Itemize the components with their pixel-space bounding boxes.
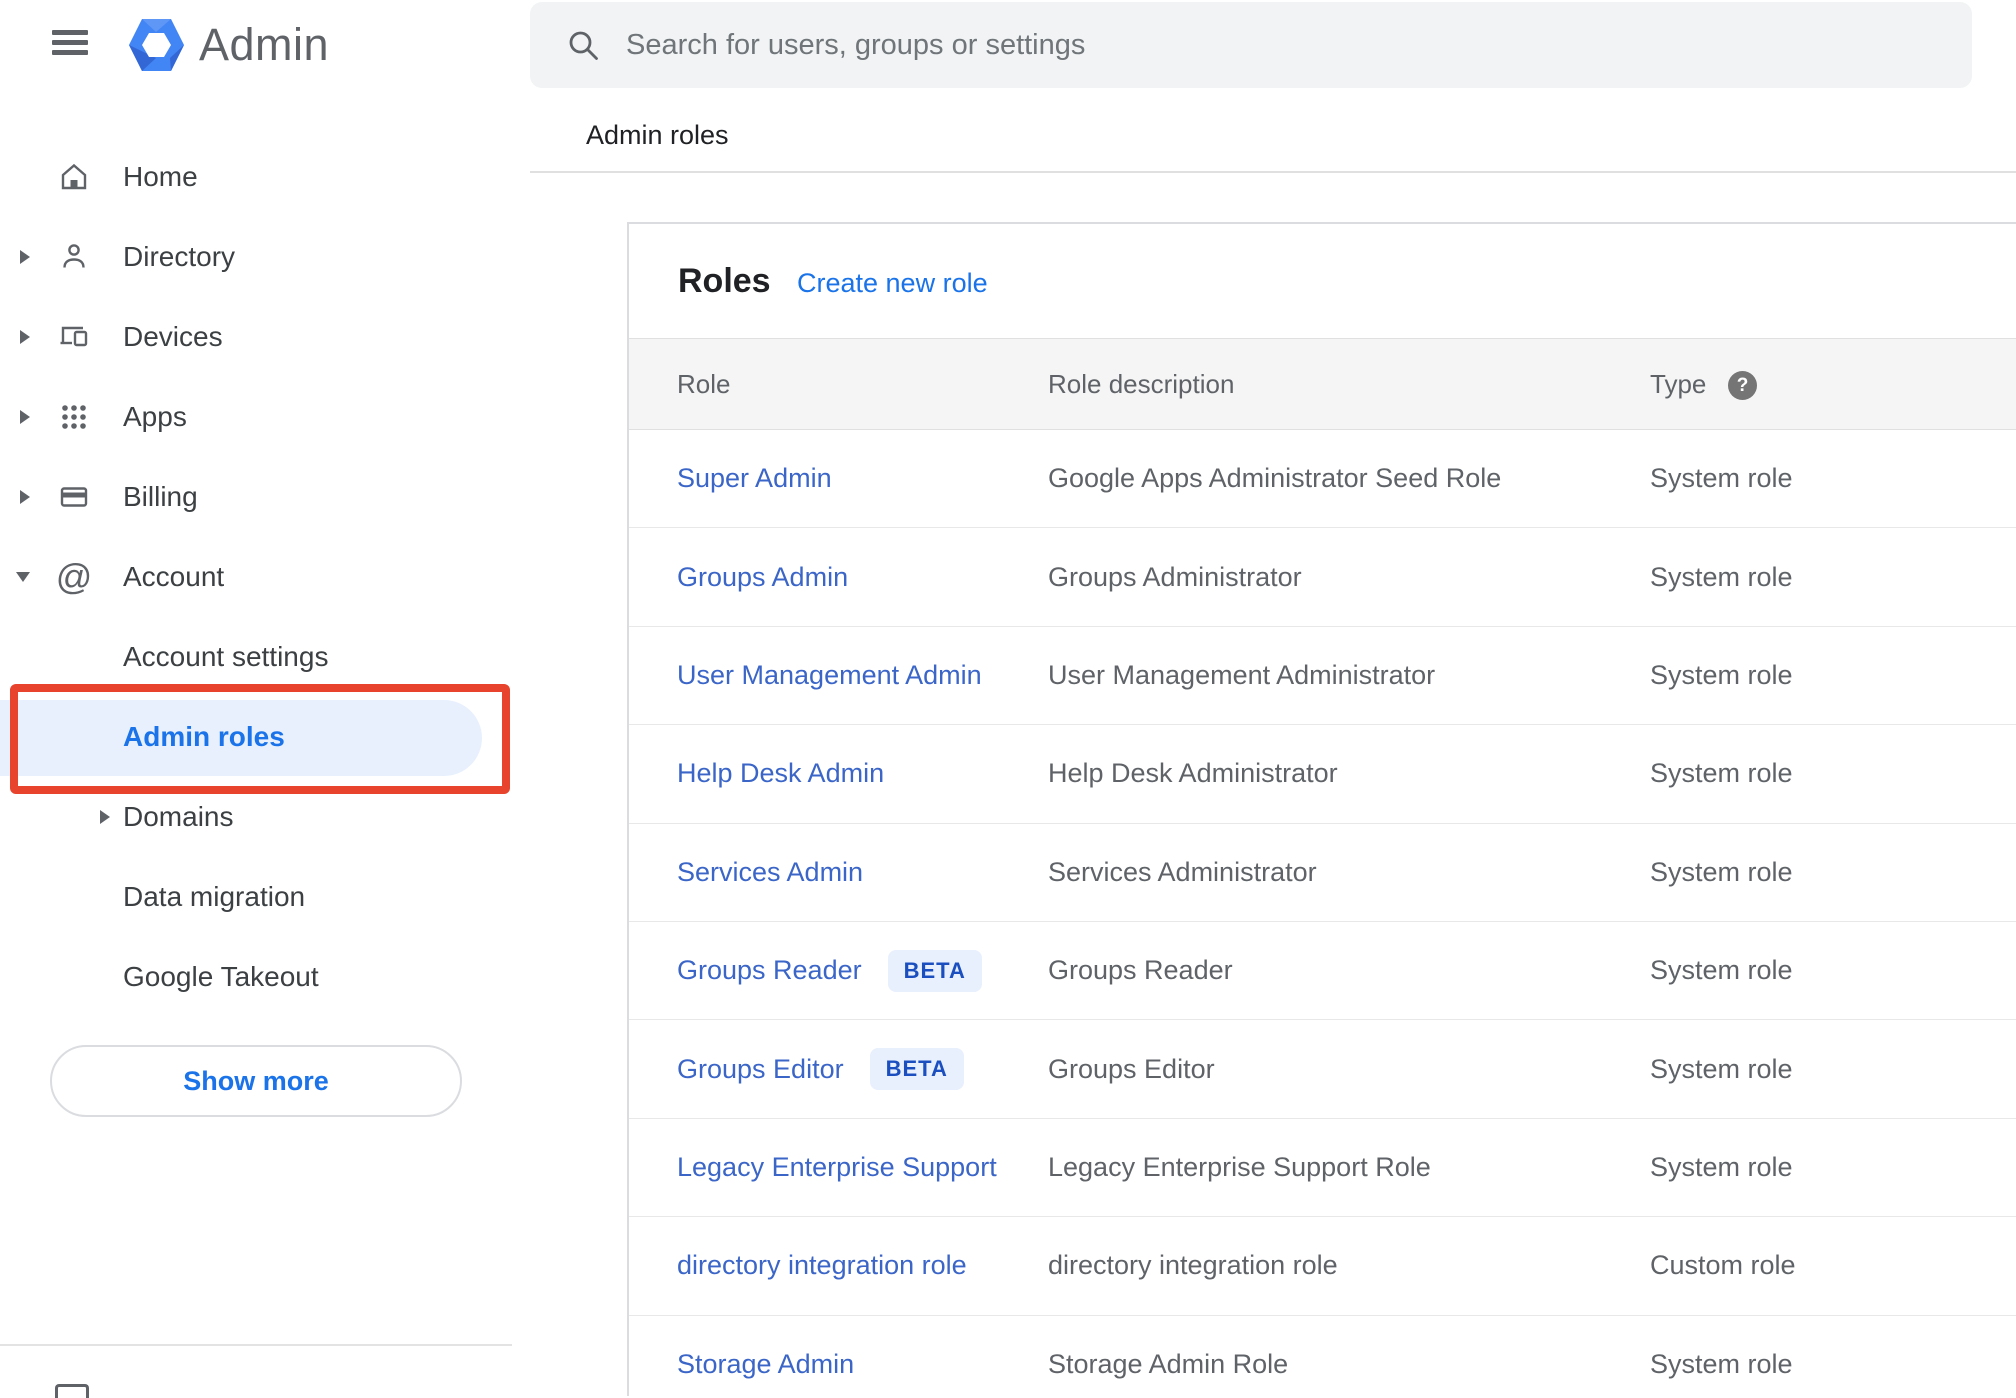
role-description: Legacy Enterprise Support Role: [1048, 1151, 1431, 1182]
role-description: Google Apps Administrator Seed Role: [1048, 463, 1502, 494]
table-row: User Management Admin User Management Ad…: [629, 627, 2016, 726]
role-type: System role: [1650, 561, 1793, 592]
role-type: System role: [1650, 1151, 1793, 1182]
table-row: Groups Reader BETA Groups Reader System …: [629, 922, 2016, 1021]
sidebar-item-label: Devices: [123, 321, 223, 352]
sidebar-item-billing[interactable]: Billing: [0, 457, 512, 537]
table-row: Storage Admin Storage Admin Role System …: [629, 1316, 2016, 1396]
table-row: Services Admin Services Administrator Sy…: [629, 824, 2016, 922]
sidebar-item-label: Google Takeout: [123, 961, 319, 992]
role-type: Custom role: [1650, 1250, 1796, 1281]
search-input[interactable]: Search for users, groups or settings: [626, 29, 1085, 62]
app-title: Admin: [199, 19, 330, 70]
roles-panel: Roles Create new role Role Role descript…: [627, 222, 2016, 1396]
credit-card-icon: [58, 481, 90, 513]
table-row: Help Desk Admin Help Desk Administrator …: [629, 725, 2016, 824]
sidebar-item-label: Billing: [123, 481, 198, 512]
column-header-description: Role description: [1048, 368, 1235, 399]
roles-panel-header: Roles Create new role: [629, 224, 2016, 338]
role-description: Help Desk Administrator: [1048, 758, 1338, 789]
role-type: System role: [1650, 955, 1793, 986]
home-icon: [58, 161, 90, 193]
expand-arrow-icon[interactable]: [20, 330, 30, 344]
admin-hexagon-icon: [128, 18, 185, 72]
create-new-role-link[interactable]: Create new role: [797, 268, 988, 299]
breadcrumb: Admin roles: [586, 120, 729, 150]
role-type: System role: [1650, 1053, 1793, 1084]
sidebar-item-label: Directory: [123, 241, 236, 272]
table-row: Legacy Enterprise Support Legacy Enterpr…: [629, 1119, 2016, 1218]
breadcrumb-divider: [530, 171, 2016, 173]
role-type: System role: [1650, 1348, 1793, 1379]
expand-arrow-icon[interactable]: [20, 410, 30, 424]
sidebar-item-label: Data migration: [123, 881, 306, 912]
role-link[interactable]: Services Admin: [677, 857, 863, 888]
show-more-button[interactable]: Show more: [50, 1045, 462, 1117]
sidebar-item-directory[interactable]: Directory: [0, 217, 512, 297]
table-row: Super Admin Google Apps Administrator Se…: [629, 430, 2016, 529]
sidebar-item-label: Home: [123, 161, 198, 192]
at-sign-icon: @: [55, 556, 93, 597]
sidebar-item-label: Account: [123, 561, 225, 592]
role-type: System role: [1650, 659, 1793, 690]
role-link[interactable]: directory integration role: [677, 1250, 967, 1281]
sidebar-item-home[interactable]: Home: [0, 137, 512, 217]
role-link[interactable]: Groups Admin: [677, 562, 848, 593]
expand-arrow-icon[interactable]: [100, 810, 110, 824]
sidebar-item-apps[interactable]: Apps: [0, 377, 512, 457]
role-link[interactable]: Groups Editor: [677, 1054, 844, 1085]
sidebar-item-google-takeout[interactable]: Google Takeout: [0, 937, 512, 1017]
panel-title: Roles: [678, 262, 771, 300]
role-description: Storage Admin Role: [1048, 1348, 1289, 1379]
apps-grid-icon: [58, 401, 90, 433]
sidebar-item-label: Apps: [123, 401, 187, 432]
role-description: Groups Reader: [1048, 955, 1233, 986]
role-link[interactable]: Groups Reader: [677, 955, 862, 986]
role-description: directory integration role: [1048, 1250, 1338, 1281]
role-description: Groups Administrator: [1048, 561, 1302, 592]
beta-badge: BETA: [887, 949, 982, 992]
role-description: Services Administrator: [1048, 856, 1317, 887]
sidebar-footer-divider: [0, 1344, 512, 1346]
expand-arrow-icon[interactable]: [20, 250, 30, 264]
table-body: Super Admin Google Apps Administrator Se…: [629, 430, 2016, 1396]
table-row: Groups Editor BETA Groups Editor System …: [629, 1020, 2016, 1119]
table-header-row: Role Role description Type ?: [629, 338, 2016, 430]
role-type: System role: [1650, 758, 1793, 789]
person-icon: [58, 241, 90, 273]
sidebar-item-label: Domains: [123, 801, 234, 832]
table-row: Groups Admin Groups Administrator System…: [629, 528, 2016, 627]
role-description: Groups Editor: [1048, 1053, 1215, 1084]
role-type: System role: [1650, 463, 1793, 494]
role-link[interactable]: Super Admin: [677, 463, 832, 494]
expand-arrow-icon[interactable]: [20, 490, 30, 504]
column-header-role: Role: [677, 368, 731, 399]
search-bar[interactable]: Search for users, groups or settings: [530, 2, 1972, 88]
collapse-arrow-icon[interactable]: [16, 572, 30, 582]
table-row: directory integration role directory int…: [629, 1217, 2016, 1316]
help-icon[interactable]: ?: [1728, 371, 1757, 400]
devices-icon: [58, 321, 90, 353]
sidebar-item-devices[interactable]: Devices: [0, 297, 512, 377]
hamburger-menu-icon[interactable]: [52, 30, 88, 56]
beta-badge: BETA: [869, 1048, 964, 1091]
app-logo: Admin: [128, 16, 329, 74]
role-type: System role: [1650, 856, 1793, 887]
annotation-red-box: [10, 684, 510, 794]
sidebar: Admin Home Directory Devices Apps Billin…: [0, 0, 512, 1398]
role-link[interactable]: User Management Admin: [677, 660, 982, 691]
sidebar-item-data-migration[interactable]: Data migration: [0, 857, 512, 937]
role-link[interactable]: Storage Admin: [677, 1349, 854, 1380]
role-link[interactable]: Help Desk Admin: [677, 758, 884, 789]
sidebar-item-account[interactable]: @ Account: [0, 537, 512, 617]
role-link[interactable]: Legacy Enterprise Support: [677, 1152, 997, 1183]
search-icon: [566, 28, 600, 62]
sidebar-item-label: Account settings: [123, 641, 329, 672]
column-header-type: Type: [1650, 368, 1707, 399]
role-description: User Management Administrator: [1048, 659, 1436, 690]
